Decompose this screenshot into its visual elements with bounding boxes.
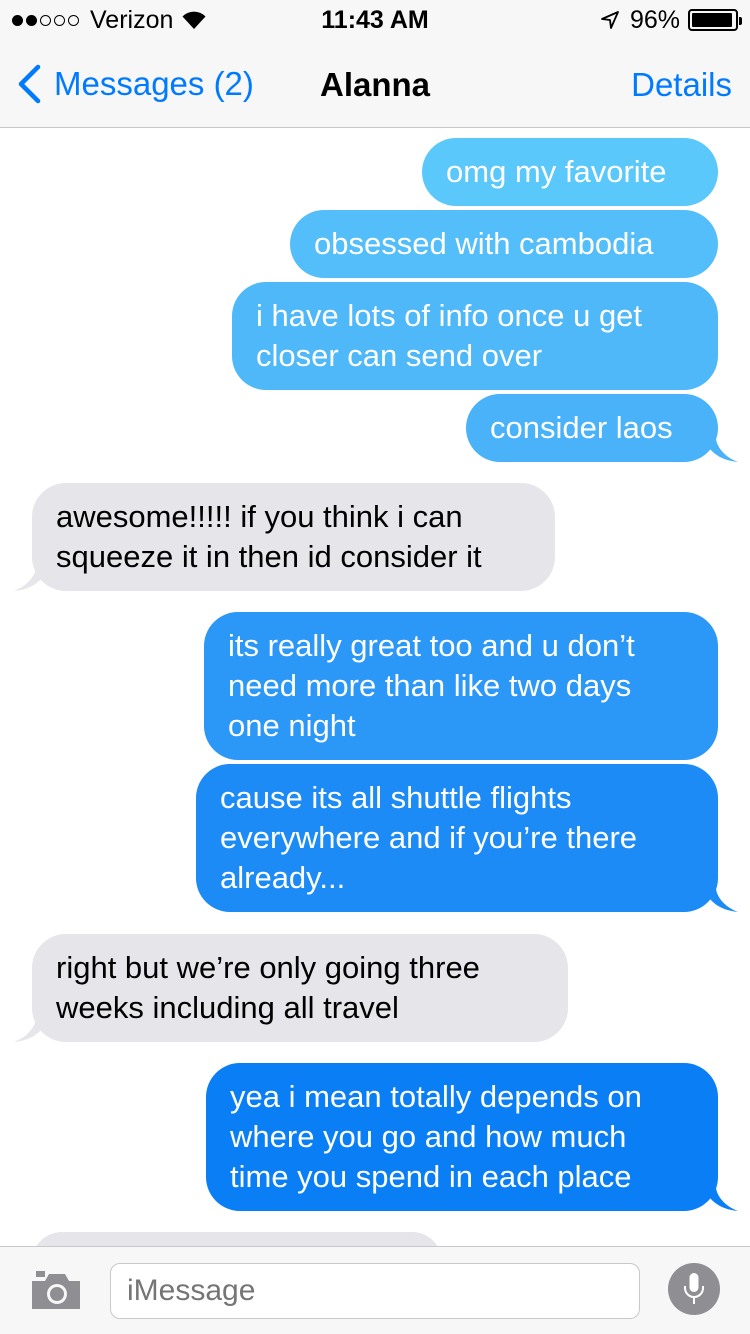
details-button[interactable]: Details: [631, 66, 732, 104]
status-bar: Verizon 11:43 AM 96%: [0, 0, 750, 40]
bubble-tail-incoming: [14, 567, 48, 591]
message-bubble-outgoing[interactable]: cause its all shuttle flights everywhere…: [196, 764, 718, 912]
bubble-tail-outgoing: [704, 888, 738, 912]
message-bubble-incoming[interactable]: right but we’re only going three weeks i…: [32, 934, 568, 1042]
location-arrow-icon: [601, 11, 619, 29]
chevron-left-icon: [18, 64, 41, 104]
back-button[interactable]: Messages (2): [16, 64, 254, 104]
microphone-icon: [684, 1273, 704, 1304]
message-bubble-outgoing[interactable]: omg my favorite: [422, 138, 718, 206]
camera-icon[interactable]: [30, 1269, 82, 1311]
battery-fill: [692, 13, 733, 27]
bubble-tail-outgoing: [704, 438, 738, 462]
status-right: 96%: [600, 5, 742, 34]
bubble-tail-incoming: [14, 1018, 48, 1042]
microphone-button[interactable]: [668, 1263, 720, 1315]
message-input[interactable]: [110, 1263, 640, 1319]
message-bubble-incoming-partial[interactable]: [32, 1232, 442, 1246]
message-bubble-outgoing[interactable]: consider laos: [466, 394, 718, 462]
conversation-thread[interactable]: omg my favorite obsessed with cambodia i…: [0, 128, 750, 1246]
message-bubble-outgoing[interactable]: obsessed with cambodia: [290, 210, 718, 278]
battery-icon: [688, 9, 742, 31]
message-input-bar: [0, 1246, 750, 1334]
bubble-tail-outgoing: [704, 1187, 738, 1211]
battery-nub: [739, 17, 742, 25]
message-bubble-outgoing[interactable]: i have lots of info once u get closer ca…: [232, 282, 718, 390]
battery-percent: 96%: [629, 5, 680, 34]
message-bubble-outgoing[interactable]: yea i mean totally depends on where you …: [206, 1063, 718, 1211]
message-bubble-outgoing[interactable]: its really great too and u don’t need mo…: [204, 612, 718, 760]
back-label: Messages (2): [54, 65, 254, 102]
message-bubble-incoming[interactable]: awesome!!!!! if you think i can squeeze …: [32, 483, 555, 591]
navigation-bar: Messages (2) Alanna Details: [0, 40, 750, 128]
